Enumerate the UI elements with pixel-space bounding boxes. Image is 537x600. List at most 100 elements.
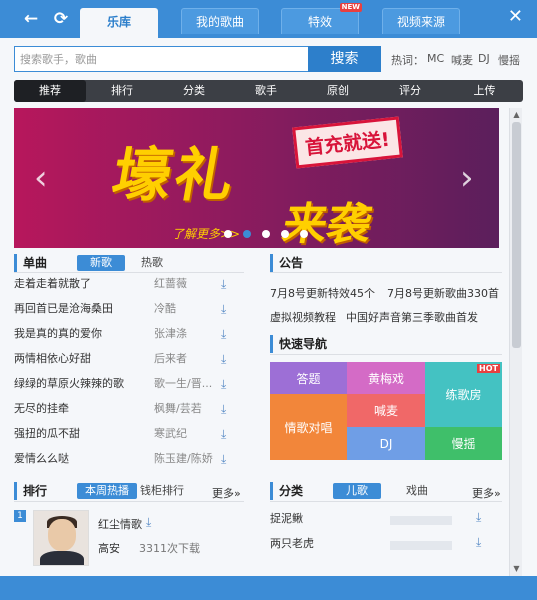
notice-link[interactable]: 7月8号更新特效45个 <box>270 285 375 301</box>
song-row[interactable]: 无尽的挂牵 枫舞/芸若 ⤓ <box>14 397 244 421</box>
ranking-artist[interactable]: 高安 <box>98 540 120 556</box>
song-title[interactable]: 强扭的瓜不甜 <box>14 422 142 446</box>
download-icon[interactable]: ⤓ <box>476 535 481 550</box>
section-title-quicknav: 快速导航 <box>270 335 327 353</box>
song-title[interactable]: 绿绿的草原火辣辣的歌 <box>14 372 142 396</box>
ranking-song-title[interactable]: 红尘情歌 <box>98 516 142 532</box>
cat-tab-upload[interactable]: 上传 <box>446 80 523 102</box>
banner-dot[interactable] <box>300 230 308 238</box>
tab-library[interactable]: 乐库 <box>80 8 158 38</box>
banner-subtitle: 来袭 <box>278 199 376 248</box>
song-artist: 枫舞/芸若 <box>154 402 202 415</box>
hot-word-hanmai[interactable]: 喊麦 <box>451 52 473 68</box>
download-icon[interactable]: ⤓ <box>221 297 226 321</box>
cat-tab-category[interactable]: 分类 <box>158 80 230 102</box>
download-icon[interactable]: ⤓ <box>221 397 226 421</box>
cat-tab-ranking[interactable]: 排行 <box>86 80 158 102</box>
quicknav-love-duet[interactable]: 情歌对唱 <box>270 394 347 460</box>
scroll-thumb[interactable] <box>512 122 521 348</box>
category-song-row[interactable]: 捉泥鳅 ⤓ <box>270 510 500 530</box>
category-tab-opera[interactable]: 戏曲 <box>398 483 436 499</box>
notice-link[interactable]: 7月8号更新歌曲330首 <box>387 285 499 301</box>
banner-dot[interactable] <box>262 230 270 238</box>
song-artist: 陈玉建/陈娇 <box>154 452 213 465</box>
tab-my-songs[interactable]: 我的歌曲 <box>181 8 259 34</box>
category-bar: 推荐 排行 分类 歌手 原创 评分 上传 <box>14 80 523 102</box>
promo-banner[interactable]: 壕礼 首充就送! 来袭 了解更多>> ‹ › <box>14 108 499 248</box>
banner-badge: 首充就送! <box>292 116 403 169</box>
song-artist: 红蔷薇 <box>154 277 187 290</box>
banner-dot-active[interactable] <box>243 230 251 238</box>
song-artist: 冷酷 <box>154 302 176 315</box>
quicknav-quiz[interactable]: 答题 <box>270 362 347 394</box>
category-song-title[interactable]: 捉泥鳅 <box>270 512 303 525</box>
download-icon[interactable]: ⤓ <box>146 515 151 530</box>
download-icon[interactable]: ⤓ <box>221 447 226 471</box>
hot-word-manyao[interactable]: 慢摇 <box>498 52 520 68</box>
back-arrow-icon[interactable]: ← <box>20 8 42 30</box>
download-icon[interactable]: ⤓ <box>221 322 226 346</box>
download-icon[interactable]: ⤓ <box>221 372 226 396</box>
song-row[interactable]: 爱情么么哒 陈玉建/陈娇 ⤓ <box>14 447 244 471</box>
new-badge: NEW <box>339 3 362 12</box>
notice-link[interactable]: 虚拟视频教程 <box>270 309 336 325</box>
song-row[interactable]: 再回首已是沧海桑田 冷酷 ⤓ <box>14 297 244 321</box>
song-title[interactable]: 爱情么么哒 <box>14 447 142 471</box>
song-row[interactable]: 绿绿的草原火辣辣的歌 歌一生/晋... ⤓ <box>14 372 244 396</box>
avatar-face <box>48 519 76 551</box>
ranking-more-link[interactable]: 更多» <box>212 485 241 501</box>
song-title[interactable]: 无尽的挂牵 <box>14 397 142 421</box>
vertical-scrollbar[interactable]: ▲ ▼ <box>509 108 522 576</box>
refresh-icon[interactable]: ⟳ <box>50 8 72 30</box>
hot-word-mc[interactable]: MC <box>427 52 444 65</box>
category-song-title[interactable]: 两只老虎 <box>270 537 314 550</box>
hot-words-label: 热词： <box>391 54 424 67</box>
song-row[interactable]: 我是真的真的爱你 张津涤 ⤓ <box>14 322 244 346</box>
section-title-singles: 单曲 <box>14 254 47 272</box>
cat-tab-original[interactable]: 原创 <box>302 80 374 102</box>
category-more-link[interactable]: 更多» <box>472 485 501 501</box>
quicknav-hanmai[interactable]: 喊麦 <box>347 394 425 427</box>
quicknav-dj[interactable]: DJ <box>347 427 425 460</box>
download-icon[interactable]: ⤓ <box>221 422 226 446</box>
song-row[interactable]: 走着走着就散了 红蔷薇 ⤓ <box>14 272 244 296</box>
cat-tab-singer[interactable]: 歌手 <box>230 80 302 102</box>
song-title[interactable]: 再回首已是沧海桑田 <box>14 297 142 321</box>
download-icon[interactable]: ⤓ <box>476 510 481 525</box>
tab-effects[interactable]: 特效 NEW <box>281 3 362 34</box>
hot-badge: HOT <box>477 364 500 373</box>
category-song-row[interactable]: 两只老虎 ⤓ <box>270 535 500 555</box>
chevron-left-icon[interactable]: ‹ <box>34 158 48 198</box>
ranking-tab-weekly[interactable]: 本周热播 <box>77 483 137 499</box>
banner-dot[interactable] <box>224 230 232 238</box>
song-artist: 歌一生/晋... <box>154 377 213 390</box>
singer-avatar[interactable] <box>33 510 89 566</box>
download-icon[interactable]: ⤓ <box>221 347 226 371</box>
scroll-down-icon[interactable]: ▼ <box>510 562 523 576</box>
singles-tab-new[interactable]: 新歌 <box>77 255 125 271</box>
singles-tab-hot[interactable]: 热歌 <box>133 255 171 271</box>
notice-link[interactable]: 中国好声音第三季歌曲首发 <box>346 309 478 325</box>
song-row[interactable]: 强扭的瓜不甜 寒武纪 ⤓ <box>14 422 244 446</box>
cat-tab-recommend[interactable]: 推荐 <box>14 80 86 102</box>
song-title[interactable]: 我是真的真的爱你 <box>14 322 142 346</box>
quicknav-manyao[interactable]: 慢摇 <box>425 427 502 460</box>
quicknav-huangmei-opera[interactable]: 黄梅戏 <box>347 362 425 394</box>
tab-video-source[interactable]: 视频来源 <box>382 8 460 34</box>
song-row[interactable]: 两情相依心好甜 后来者 ⤓ <box>14 347 244 371</box>
close-icon[interactable]: ✕ <box>508 6 523 27</box>
category-tab-children[interactable]: 儿歌 <box>333 483 381 499</box>
chevron-right-icon[interactable]: › <box>460 158 474 198</box>
download-icon[interactable]: ⤓ <box>221 272 226 296</box>
quicknav-practice-room[interactable]: 练歌房 HOT <box>425 362 502 427</box>
song-title[interactable]: 两情相依心好甜 <box>14 347 142 371</box>
song-title[interactable]: 走着走着就散了 <box>14 272 142 296</box>
banner-dot[interactable] <box>281 230 289 238</box>
hot-word-dj[interactable]: DJ <box>478 52 490 65</box>
search-input[interactable] <box>14 46 308 72</box>
cat-tab-rating[interactable]: 评分 <box>374 80 446 102</box>
scroll-up-icon[interactable]: ▲ <box>510 108 523 122</box>
ranking-tab-ktv[interactable]: 钱柜排行 <box>132 483 192 499</box>
search-button[interactable]: 搜索 <box>308 46 381 72</box>
rating-bar <box>390 541 452 550</box>
